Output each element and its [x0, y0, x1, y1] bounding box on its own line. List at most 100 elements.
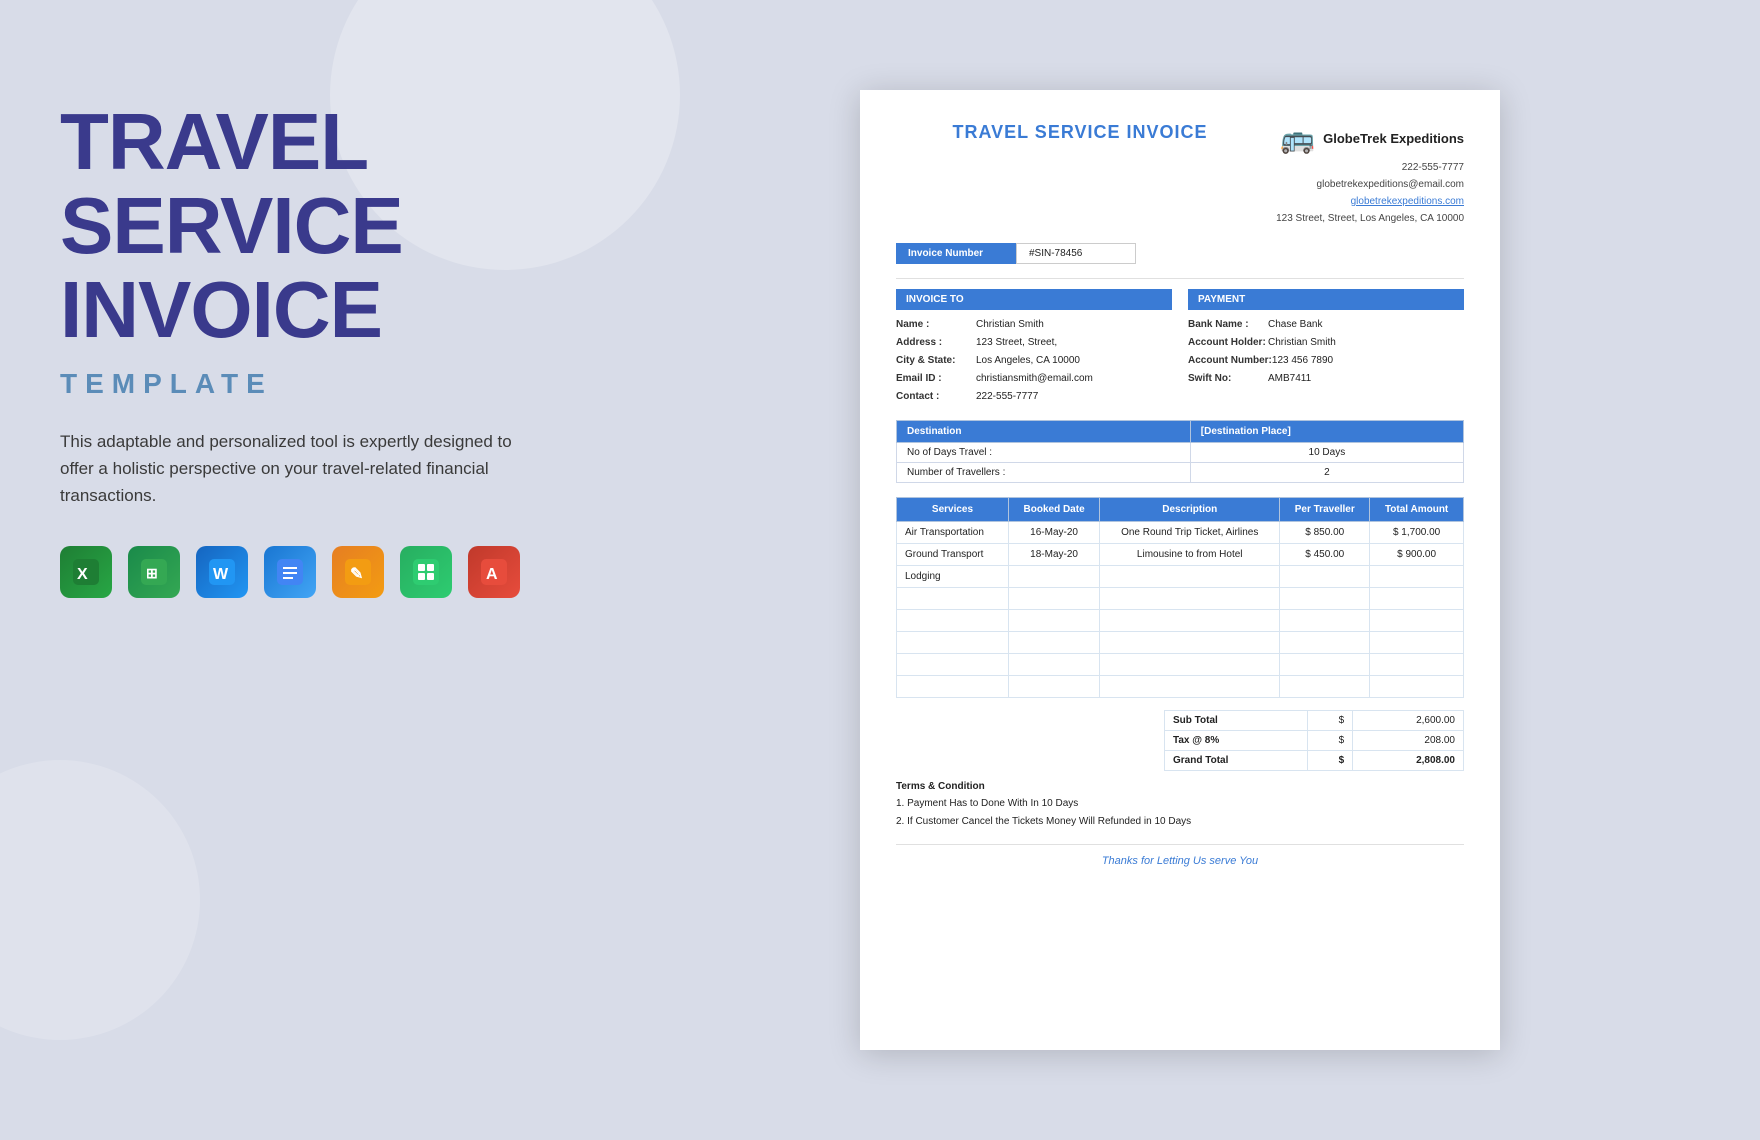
terms-title: Terms & Condition: [896, 781, 1464, 792]
travellers-label: Number of Travellers :: [897, 463, 1191, 483]
company-email: globetrekexpeditions@email.com: [1264, 176, 1464, 193]
empty-service-row: [897, 610, 1464, 632]
service-total: $ 1,700.00: [1370, 522, 1464, 544]
gdocs-icon[interactable]: [264, 546, 316, 598]
services-header-0: Services: [897, 498, 1009, 522]
bank-row: Bank Name : Chase Bank: [1188, 316, 1464, 334]
empty-service-row: [897, 632, 1464, 654]
divider-1: [896, 278, 1464, 279]
invoice-header: TRAVEL SERVICE INVOICE 🚌 GlobeTrek Exped…: [896, 122, 1464, 227]
service-name: Lodging: [897, 566, 1009, 588]
email-value: christiansmith@email.com: [976, 370, 1093, 388]
holder-label: Account Holder:: [1188, 334, 1268, 352]
empty-service-row: [897, 654, 1464, 676]
name-row: Name : Christian Smith: [896, 316, 1172, 334]
services-header-4: Total Amount: [1370, 498, 1464, 522]
travellers-value: 2: [1190, 463, 1463, 483]
company-name: GlobeTrek Expeditions: [1323, 131, 1464, 146]
services-header-3: Per Traveller: [1280, 498, 1370, 522]
travellers-row: Number of Travellers : 2: [897, 463, 1464, 483]
days-value: 10 Days: [1190, 443, 1463, 463]
service-total: $ 900.00: [1370, 544, 1464, 566]
gsheets-icon[interactable]: ⊞: [128, 546, 180, 598]
services-header-2: Description: [1100, 498, 1280, 522]
tax-row: Tax @ 8% $ 208.00: [1165, 731, 1464, 751]
word-icon[interactable]: W: [196, 546, 248, 598]
invoice-title-block: TRAVEL SERVICE INVOICE: [896, 122, 1264, 143]
days-label: No of Days Travel :: [897, 443, 1191, 463]
empty-service-row: [897, 588, 1464, 610]
service-row: Ground Transport 18-May-20 Limousine to …: [897, 544, 1464, 566]
city-value: Los Angeles, CA 10000: [976, 352, 1080, 370]
contact-label: Contact :: [896, 388, 976, 406]
service-name: Air Transportation: [897, 522, 1009, 544]
svg-text:⊞: ⊞: [146, 565, 158, 581]
pages-icon[interactable]: ✎: [332, 546, 384, 598]
main-title: TRAVEL SERVICE INVOICE: [60, 100, 570, 352]
days-row: No of Days Travel : 10 Days: [897, 443, 1464, 463]
swift-row: Swift No: AMB7411: [1188, 370, 1464, 388]
invoice-number-label: Invoice Number: [896, 243, 1016, 264]
company-website: globetrekexpeditions.com: [1264, 193, 1464, 210]
name-value: Christian Smith: [976, 316, 1044, 334]
grand-symbol: $: [1308, 751, 1353, 771]
svg-text:X: X: [77, 566, 88, 583]
service-per-traveller: [1280, 566, 1370, 588]
grand-total-row: Grand Total $ 2,808.00: [1165, 751, 1464, 771]
tax-symbol: $: [1308, 731, 1353, 751]
description-text: This adaptable and personalized tool is …: [60, 428, 540, 510]
services-header-1: Booked Date: [1008, 498, 1099, 522]
company-address: 123 Street, Street, Los Angeles, CA 1000…: [1264, 210, 1464, 227]
name-label: Name :: [896, 316, 976, 334]
divider-2: [896, 844, 1464, 845]
service-row: Air Transportation 16-May-20 One Round T…: [897, 522, 1464, 544]
account-label: Account Number:: [1188, 352, 1272, 370]
bottom-section: Terms & Condition 1. Payment Has to Done…: [896, 781, 1464, 832]
holder-row: Account Holder: Christian Smith: [1188, 334, 1464, 352]
invoice-to-payment: INVOICE TO Name : Christian Smith Addres…: [896, 289, 1464, 406]
address-row: Address : 123 Street, Street,: [896, 334, 1172, 352]
service-description: [1100, 566, 1280, 588]
totals-table: Sub Total $ 2,600.00 Tax @ 8% $ 208.00 G…: [1164, 710, 1464, 771]
service-description: One Round Trip Ticket, Airlines: [1100, 522, 1280, 544]
invoice-footer: Thanks for Letting Us serve You: [896, 855, 1464, 867]
service-date: 16-May-20: [1008, 522, 1099, 544]
invoice-number-row: Invoice Number #SIN-78456: [896, 243, 1464, 264]
grand-label: Grand Total: [1165, 751, 1308, 771]
bank-value: Chase Bank: [1268, 316, 1322, 334]
company-block: 🚌 GlobeTrek Expeditions 222-555-7777 glo…: [1264, 122, 1464, 227]
left-panel: TRAVEL SERVICE INVOICE TEMPLATE This ada…: [0, 0, 620, 1140]
email-row: Email ID : christiansmith@email.com: [896, 370, 1172, 388]
invoice-title: TRAVEL SERVICE INVOICE: [896, 122, 1264, 143]
tax-value: 208.00: [1353, 731, 1464, 751]
terms-item: 1. Payment Has to Done With In 10 Days: [896, 796, 1464, 811]
acrobat-icon[interactable]: A: [468, 546, 520, 598]
invoice-to-header: INVOICE TO: [896, 289, 1172, 310]
subtotal-value: 2,600.00: [1353, 711, 1464, 731]
services-table: Services Booked Date Description Per Tra…: [896, 497, 1464, 698]
totals-section: Sub Total $ 2,600.00 Tax @ 8% $ 208.00 G…: [896, 710, 1464, 771]
company-phone: 222-555-7777: [1264, 159, 1464, 176]
service-date: 18-May-20: [1008, 544, 1099, 566]
account-row: Account Number: 123 456 7890: [1188, 352, 1464, 370]
numbers-icon[interactable]: [400, 546, 452, 598]
company-details: 222-555-7777 globetrekexpeditions@email.…: [1264, 159, 1464, 227]
svg-text:A: A: [486, 566, 498, 583]
company-logo-icon: 🚌: [1280, 122, 1315, 155]
service-per-traveller: $ 450.00: [1280, 544, 1370, 566]
grand-value: 2,808.00: [1353, 751, 1464, 771]
app-icons-row: X ⊞ W ✎ A: [60, 546, 570, 598]
service-date: [1008, 566, 1099, 588]
swift-label: Swift No:: [1188, 370, 1268, 388]
service-name: Ground Transport: [897, 544, 1009, 566]
excel-icon[interactable]: X: [60, 546, 112, 598]
subtotal-label: Sub Total: [1165, 711, 1308, 731]
email-label: Email ID :: [896, 370, 976, 388]
company-logo-row: 🚌 GlobeTrek Expeditions: [1264, 122, 1464, 155]
tax-label: Tax @ 8%: [1165, 731, 1308, 751]
address-value: 123 Street, Street,: [976, 334, 1057, 352]
contact-row: Contact : 222-555-7777: [896, 388, 1172, 406]
swift-value: AMB7411: [1268, 370, 1311, 388]
contact-value: 222-555-7777: [976, 388, 1038, 406]
subtotal-row: Sub Total $ 2,600.00: [1165, 711, 1464, 731]
